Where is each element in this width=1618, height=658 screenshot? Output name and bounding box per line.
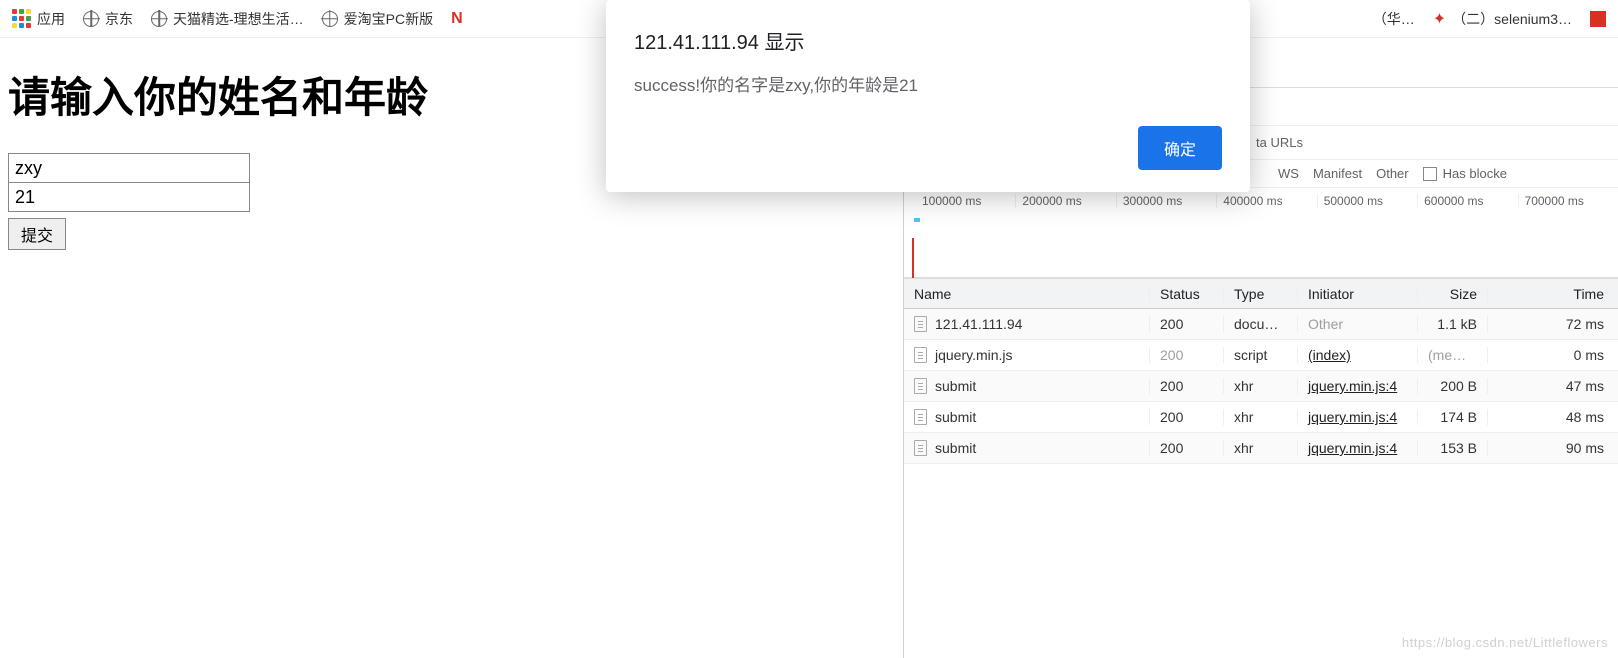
name-input[interactable] [8, 153, 250, 183]
table-row[interactable]: submit200xhrjquery.min.js:4153 B90 ms [904, 433, 1618, 464]
apps-grid-icon [12, 9, 31, 28]
bookmark-label: 京东 [105, 9, 133, 29]
file-icon [914, 347, 927, 363]
network-timeline[interactable]: 100000 ms 200000 ms 300000 ms 400000 ms … [904, 188, 1618, 278]
alert-dialog: 121.41.111.94 显示 success!你的名字是zxy,你的年龄是2… [606, 0, 1250, 192]
bookmark-tmall[interactable]: 天猫精选-理想生活… [151, 9, 304, 29]
filter-ws[interactable]: WS [1278, 166, 1299, 181]
timeline-request-mark [914, 218, 920, 222]
bookmark-label: （华… [1373, 9, 1415, 29]
network-table-body: 121.41.111.94200docu…Other1.1 kB72 msjqu… [904, 309, 1618, 464]
col-status[interactable]: Status [1150, 286, 1224, 302]
bookmark-label: 爱淘宝PC新版 [344, 9, 433, 29]
table-row[interactable]: jquery.min.js200script(index)(mem…0 ms [904, 340, 1618, 371]
col-name[interactable]: Name [904, 286, 1150, 302]
col-type[interactable]: Type [1224, 286, 1298, 302]
filter-manifest[interactable]: Manifest [1313, 166, 1362, 181]
col-size[interactable]: Size [1418, 286, 1488, 302]
table-row[interactable]: submit200xhrjquery.min.js:4174 B48 ms [904, 402, 1618, 433]
apps-shortcut[interactable]: 应用 [12, 9, 65, 29]
bookmark-selenium[interactable]: ✦ （二）selenium3… [1433, 9, 1572, 29]
cheetah-icon: ✦ [1433, 9, 1446, 29]
file-icon [914, 378, 927, 394]
col-time[interactable]: Time [1488, 286, 1618, 302]
table-row[interactable]: 121.41.111.94200docu…Other1.1 kB72 ms [904, 309, 1618, 340]
bookmark-aitaobao[interactable]: 爱淘宝PC新版 [322, 9, 433, 29]
col-initiator[interactable]: Initiator [1298, 286, 1418, 302]
file-icon [914, 316, 927, 332]
alert-title: 121.41.111.94 显示 [634, 26, 1222, 55]
bookmark-label: 天猫精选-理想生活… [173, 9, 304, 29]
data-urls-label: ta URLs [1256, 135, 1303, 150]
red-square-icon [1590, 11, 1606, 27]
checkbox-icon [1423, 167, 1437, 181]
submit-button[interactable]: 提交 [8, 218, 66, 250]
globe-icon [151, 11, 167, 27]
file-icon [914, 409, 927, 425]
network-table-header: Name Status Type Initiator Size Time [904, 278, 1618, 309]
filter-other[interactable]: Other [1376, 166, 1409, 181]
globe-icon [83, 11, 99, 27]
bookmark-label: （二）selenium3… [1452, 9, 1572, 29]
alert-message: success!你的名字是zxy,你的年龄是21 [634, 71, 1222, 96]
apps-label: 应用 [37, 9, 65, 29]
file-icon [914, 440, 927, 456]
timeline-load-line [912, 238, 914, 278]
letter-n-icon: N [451, 10, 463, 28]
bookmark-jd[interactable]: 京东 [83, 9, 133, 29]
bookmark-hua[interactable]: （华… [1373, 9, 1415, 29]
age-input[interactable] [8, 182, 250, 212]
watermark: https://blog.csdn.net/Littleflowers [1402, 635, 1608, 650]
has-blocked-checkbox[interactable]: Has blocke [1423, 166, 1507, 182]
table-row[interactable]: submit200xhrjquery.min.js:4200 B47 ms [904, 371, 1618, 402]
globe-icon [322, 11, 338, 27]
alert-ok-button[interactable]: 确定 [1138, 126, 1222, 170]
